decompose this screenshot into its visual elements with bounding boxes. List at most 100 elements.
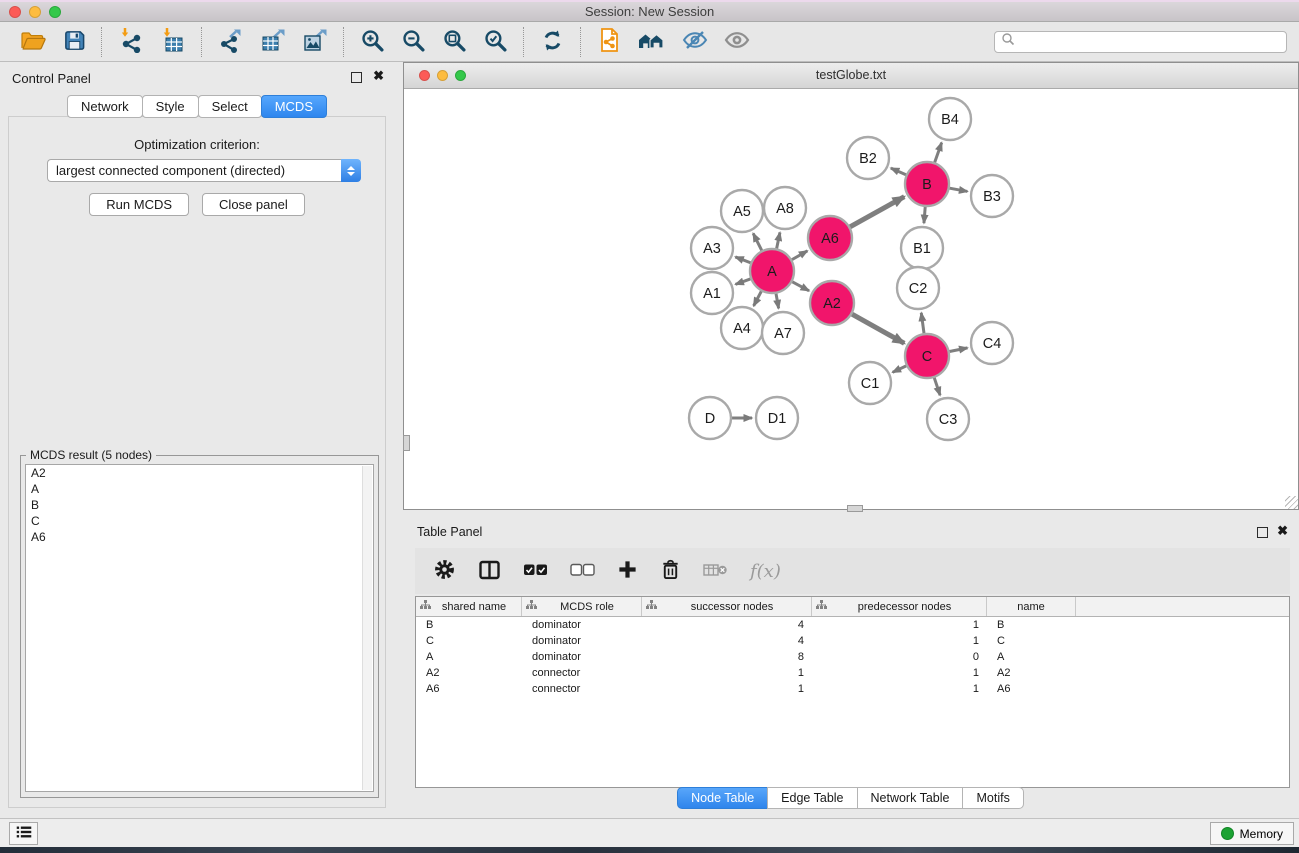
open-session-button[interactable]	[12, 26, 55, 57]
close-panel-button[interactable]: Close panel	[202, 193, 305, 216]
column-header-successor-nodes[interactable]: successor nodes	[642, 597, 812, 616]
close-window-icon[interactable]	[9, 6, 21, 18]
edge-B-B3[interactable]	[950, 188, 968, 191]
table-row[interactable]: A6connector11A6	[416, 681, 1289, 697]
table-cell[interactable]: 1	[642, 683, 812, 695]
table-cell[interactable]: connector	[522, 667, 642, 679]
edge-A-A8[interactable]	[777, 232, 780, 248]
tab-mcds[interactable]: MCDS	[261, 95, 327, 118]
tab-network[interactable]: Network	[67, 95, 143, 118]
zoom-window-icon[interactable]	[49, 6, 61, 18]
table-cell[interactable]: 1	[812, 619, 987, 631]
export-network-button[interactable]	[210, 25, 252, 58]
table-cell[interactable]: C	[416, 635, 522, 647]
table-cell[interactable]: 4	[642, 635, 812, 647]
table-cell[interactable]: dominator	[522, 635, 642, 647]
table-row[interactable]: A2connector11A2	[416, 665, 1289, 681]
table-cell[interactable]: dominator	[522, 651, 642, 663]
mcds-result-item[interactable]: C	[26, 513, 373, 529]
refresh-view-button[interactable]	[532, 26, 573, 58]
network-graph[interactable]: B4B2BB3A8A5A6B1A3AC2A1A2A4A7C4CC1DD1C3	[404, 89, 1298, 509]
table-cell[interactable]: 1	[812, 667, 987, 679]
table-cell[interactable]: 1	[642, 667, 812, 679]
delete-table-button[interactable]	[701, 560, 730, 583]
edge-B-B2[interactable]	[891, 168, 906, 175]
export-table-button[interactable]	[252, 25, 294, 58]
mcds-result-item[interactable]: B	[26, 497, 373, 513]
run-mcds-button[interactable]: Run MCDS	[89, 193, 189, 216]
tab-edge-table[interactable]: Edge Table	[767, 787, 857, 809]
edge-A-A7[interactable]	[776, 294, 779, 309]
close-table-panel-icon[interactable]: ✖	[1277, 523, 1288, 539]
column-header-name[interactable]: name	[987, 597, 1076, 616]
edge-A-A6[interactable]	[792, 251, 807, 260]
edge-A2-C[interactable]	[852, 314, 904, 343]
export-image-button[interactable]	[294, 25, 336, 58]
table-cell[interactable]: 4	[642, 619, 812, 631]
float-table-panel-icon[interactable]	[1257, 527, 1268, 538]
table-cell[interactable]: A2	[987, 667, 1076, 679]
minimize-network-window-icon[interactable]	[437, 70, 448, 81]
edge-B-B4[interactable]	[935, 143, 942, 163]
task-history-button[interactable]	[9, 822, 38, 845]
create-network-from-file-button[interactable]	[589, 25, 629, 58]
table-cell[interactable]: 1	[812, 683, 987, 695]
memory-button[interactable]: Memory	[1210, 822, 1294, 845]
function-builder-button[interactable]: f(x)	[748, 559, 783, 584]
delete-columns-button[interactable]	[658, 556, 683, 586]
result-list-scrollbar[interactable]	[362, 466, 372, 790]
table-cell[interactable]: 1	[812, 635, 987, 647]
mcds-result-item[interactable]: A	[26, 481, 373, 497]
tab-motifs[interactable]: Motifs	[962, 787, 1023, 809]
unselect-all-columns-button[interactable]	[568, 561, 597, 582]
import-network-button[interactable]	[110, 25, 152, 58]
window-resize-grip-left[interactable]	[403, 435, 410, 451]
zoom-network-window-icon[interactable]	[455, 70, 466, 81]
table-cell[interactable]: A6	[987, 683, 1076, 695]
edge-C-C3[interactable]	[934, 378, 940, 395]
mcds-result-list[interactable]: A2ABCA6	[25, 464, 374, 792]
network-window-titlebar[interactable]: testGlobe.txt	[404, 63, 1298, 89]
edge-A-A4[interactable]	[754, 291, 762, 306]
search-input[interactable]	[1015, 34, 1280, 50]
table-cell[interactable]: A6	[416, 683, 522, 695]
table-row[interactable]: Cdominator41C	[416, 633, 1289, 649]
zoom-fit-button[interactable]	[434, 26, 475, 58]
table-row[interactable]: Bdominator41B	[416, 617, 1289, 633]
window-resize-grip-corner[interactable]	[1285, 496, 1298, 509]
zoom-selected-button[interactable]	[475, 26, 516, 58]
mcds-result-item[interactable]: A2	[26, 465, 373, 481]
split-panel-button[interactable]	[476, 557, 503, 586]
table-cell[interactable]: A2	[416, 667, 522, 679]
edge-B-B1[interactable]	[924, 207, 925, 223]
select-all-columns-button[interactable]	[521, 561, 550, 582]
zoom-in-button[interactable]	[352, 26, 393, 58]
edge-A-A5[interactable]	[753, 233, 762, 250]
close-network-window-icon[interactable]	[419, 70, 430, 81]
edge-A-A2[interactable]	[792, 282, 809, 291]
home-button[interactable]	[629, 26, 674, 57]
tab-node-table[interactable]: Node Table	[677, 787, 768, 809]
table-mode-button[interactable]	[431, 556, 458, 586]
tab-network-table[interactable]: Network Table	[857, 787, 964, 809]
column-header-MCDS-role[interactable]: MCDS role	[522, 597, 642, 616]
optimization-criterion-select[interactable]: largest connected component (directed)	[47, 159, 361, 182]
mcds-result-item[interactable]: A6	[26, 529, 373, 545]
search-field[interactable]	[994, 31, 1287, 53]
save-session-button[interactable]	[55, 27, 94, 57]
close-panel-icon[interactable]: ✖	[373, 68, 384, 84]
column-header-predecessor-nodes[interactable]: predecessor nodes	[812, 597, 987, 616]
window-resize-grip-bottom[interactable]	[847, 505, 863, 512]
table-row[interactable]: Adominator80A	[416, 649, 1289, 665]
table-cell[interactable]: 0	[812, 651, 987, 663]
edge-A-A1[interactable]	[735, 279, 750, 284]
table-cell[interactable]: A	[416, 651, 522, 663]
edge-C-C4[interactable]	[950, 348, 968, 352]
edge-C-C2[interactable]	[921, 313, 924, 333]
edge-A6-B[interactable]	[850, 197, 904, 227]
column-header-shared-name[interactable]: shared name	[416, 597, 522, 616]
hide-graphics-details-button[interactable]	[674, 26, 716, 57]
network-canvas[interactable]: B4B2BB3A8A5A6B1A3AC2A1A2A4A7C4CC1DD1C3	[404, 89, 1298, 509]
edge-C-C1[interactable]	[893, 366, 907, 372]
show-graphics-details-button[interactable]	[716, 26, 758, 57]
